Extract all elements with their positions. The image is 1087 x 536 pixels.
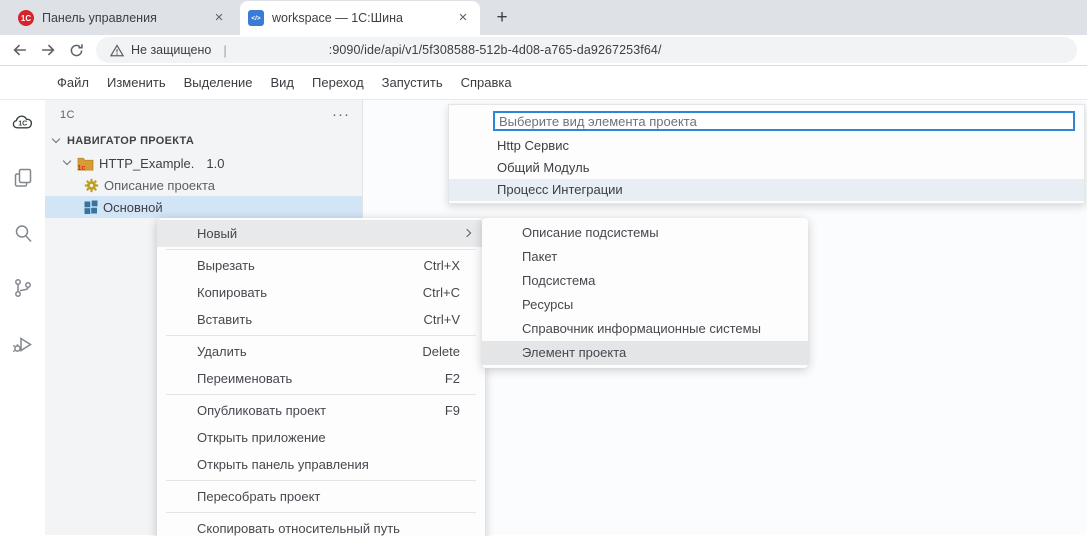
side-panel-header: 1C ··· bbox=[45, 100, 362, 130]
explorer-files-icon[interactable] bbox=[11, 166, 35, 190]
1c-cloud-icon[interactable]: 1С bbox=[11, 111, 35, 135]
activity-bar: 1С bbox=[0, 100, 45, 535]
shortcut-label: Ctrl+X bbox=[424, 252, 460, 279]
reload-button[interactable] bbox=[62, 37, 90, 63]
quick-pick-input[interactable] bbox=[493, 111, 1075, 131]
shortcut-label: F2 bbox=[445, 365, 460, 392]
context-menu-item-new[interactable]: Новый bbox=[157, 220, 485, 247]
context-menu-item-open-control-panel[interactable]: Открыть панель управления bbox=[157, 451, 485, 478]
close-tab-icon[interactable]: × bbox=[454, 9, 472, 27]
run-debug-icon[interactable] bbox=[11, 331, 35, 355]
context-menu-item-copy[interactable]: Копировать Ctrl+C bbox=[157, 279, 485, 306]
browser-toolbar: Не защищено | :9090/ide/api/v1/5f308588-… bbox=[0, 35, 1087, 66]
ide-menubar: Файл Изменить Выделение Вид Переход Запу… bbox=[0, 66, 1087, 99]
submenu-item-package[interactable]: Пакет bbox=[482, 245, 808, 269]
browser-window: 1С Панель управления × </> workspace — 1… bbox=[0, 0, 1087, 536]
gear-icon bbox=[84, 178, 99, 193]
context-menu-item-delete[interactable]: Удалить Delete bbox=[157, 338, 485, 365]
submenu-item-subsystem-description[interactable]: Описание подсистемы bbox=[482, 221, 808, 245]
url-hidden-host bbox=[237, 50, 329, 51]
submenu-item-project-element[interactable]: Элемент проекта bbox=[482, 341, 808, 365]
search-icon[interactable] bbox=[11, 221, 35, 245]
menu-separator bbox=[166, 480, 476, 481]
tab-title: workspace — 1С:Шина bbox=[272, 11, 446, 25]
menu-help[interactable]: Справка bbox=[452, 75, 521, 90]
tree-item-label: Основной bbox=[103, 200, 163, 215]
context-menu-item-paste[interactable]: Вставить Ctrl+V bbox=[157, 306, 485, 333]
code-favicon-icon: </> bbox=[248, 10, 264, 26]
url-text: :9090/ide/api/v1/5f308588-512b-4d08-a765… bbox=[329, 43, 662, 57]
svg-text:1с: 1с bbox=[77, 163, 85, 171]
project-label: HTTP_Example. bbox=[99, 156, 194, 171]
tree-root-navigator[interactable]: НАВИГАТОР ПРОЕКТА bbox=[45, 130, 362, 152]
shortcut-label: Ctrl+C bbox=[423, 279, 460, 306]
menu-edit[interactable]: Изменить bbox=[98, 75, 175, 90]
menu-selection[interactable]: Выделение bbox=[175, 75, 262, 90]
menu-separator bbox=[166, 335, 476, 336]
submenu-item-subsystem[interactable]: Подсистема bbox=[482, 269, 808, 293]
back-arrow-icon bbox=[11, 41, 29, 59]
context-menu-item-rename[interactable]: Переименовать F2 bbox=[157, 365, 485, 392]
shortcut-label: Delete bbox=[422, 338, 460, 365]
project-folder-icon: 1с bbox=[77, 156, 94, 171]
menu-file[interactable]: Файл bbox=[48, 75, 98, 90]
new-submenu: Описание подсистемы Пакет Подсистема Рес… bbox=[482, 218, 808, 368]
project-version: 1.0 bbox=[206, 156, 224, 171]
browser-tab-strip: 1С Панель управления × </> workspace — 1… bbox=[0, 0, 1087, 35]
security-chip[interactable]: Не защищено bbox=[131, 43, 211, 57]
menu-separator bbox=[166, 394, 476, 395]
svg-text:1С: 1С bbox=[18, 121, 27, 128]
new-tab-button[interactable]: + bbox=[490, 7, 514, 29]
context-menu-item-rebuild-project[interactable]: Пересобрать проект bbox=[157, 483, 485, 510]
source-control-icon[interactable] bbox=[11, 276, 35, 300]
tab-workspace[interactable]: </> workspace — 1С:Шина × bbox=[240, 1, 480, 35]
context-menu-item-publish-project[interactable]: Опубликовать проект F9 bbox=[157, 397, 485, 424]
menu-separator bbox=[166, 249, 476, 250]
forward-arrow-icon bbox=[39, 41, 57, 59]
panel-title: 1C bbox=[60, 109, 332, 121]
submenu-item-info-systems-catalog[interactable]: Справочник информационные системы bbox=[482, 317, 808, 341]
tab-control-panel[interactable]: 1С Панель управления × bbox=[10, 1, 236, 35]
context-menu-item-cut[interactable]: Вырезать Ctrl+X bbox=[157, 252, 485, 279]
submenu-item-resources[interactable]: Ресурсы bbox=[482, 293, 808, 317]
subsystem-grid-icon bbox=[84, 200, 98, 214]
quick-pick-option-integration-process[interactable]: Процесс Интеграции bbox=[449, 179, 1084, 201]
menu-run[interactable]: Запустить bbox=[373, 75, 452, 90]
forward-button[interactable] bbox=[34, 37, 62, 63]
context-menu: Новый Вырезать Ctrl+X Копировать Ctrl+C … bbox=[157, 218, 485, 536]
reload-icon bbox=[68, 42, 85, 59]
tab-title: Панель управления bbox=[42, 11, 202, 25]
back-button[interactable] bbox=[6, 37, 34, 63]
tree-item-project[interactable]: 1с HTTP_Example. 1.0 bbox=[45, 152, 362, 174]
tree-root-label: НАВИГАТОР ПРОЕКТА bbox=[67, 135, 194, 147]
tree-item-label: Описание проекта bbox=[104, 178, 215, 193]
shortcut-label: F9 bbox=[445, 397, 460, 424]
url-divider: | bbox=[223, 43, 226, 58]
quick-pick-option-http-service[interactable]: Http Сервис bbox=[449, 135, 1084, 157]
menu-separator bbox=[166, 512, 476, 513]
warning-icon bbox=[110, 44, 124, 57]
tree-item-main-subsystem[interactable]: Основной bbox=[45, 196, 362, 218]
context-menu-item-open-application[interactable]: Открыть приложение bbox=[157, 424, 485, 451]
shortcut-label: Ctrl+V bbox=[424, 306, 460, 333]
quick-pick-option-common-module[interactable]: Общий Модуль bbox=[449, 157, 1084, 179]
quick-pick-widget: Http Сервис Общий Модуль Процесс Интегра… bbox=[448, 104, 1085, 204]
menu-view[interactable]: Вид bbox=[262, 75, 304, 90]
context-menu-item-copy-relative-path[interactable]: Скопировать относительный путь bbox=[157, 515, 485, 536]
tree-item-project-description[interactable]: Описание проекта bbox=[45, 174, 362, 196]
menu-go[interactable]: Переход bbox=[303, 75, 373, 90]
chevron-down-icon bbox=[63, 157, 71, 165]
submenu-arrow-icon bbox=[463, 229, 471, 237]
close-tab-icon[interactable]: × bbox=[210, 9, 228, 27]
address-bar[interactable]: Не защищено | :9090/ide/api/v1/5f308588-… bbox=[96, 37, 1077, 63]
chevron-down-icon bbox=[52, 135, 60, 143]
1c-favicon-icon: 1С bbox=[18, 10, 34, 26]
more-actions-icon[interactable]: ··· bbox=[332, 110, 350, 120]
